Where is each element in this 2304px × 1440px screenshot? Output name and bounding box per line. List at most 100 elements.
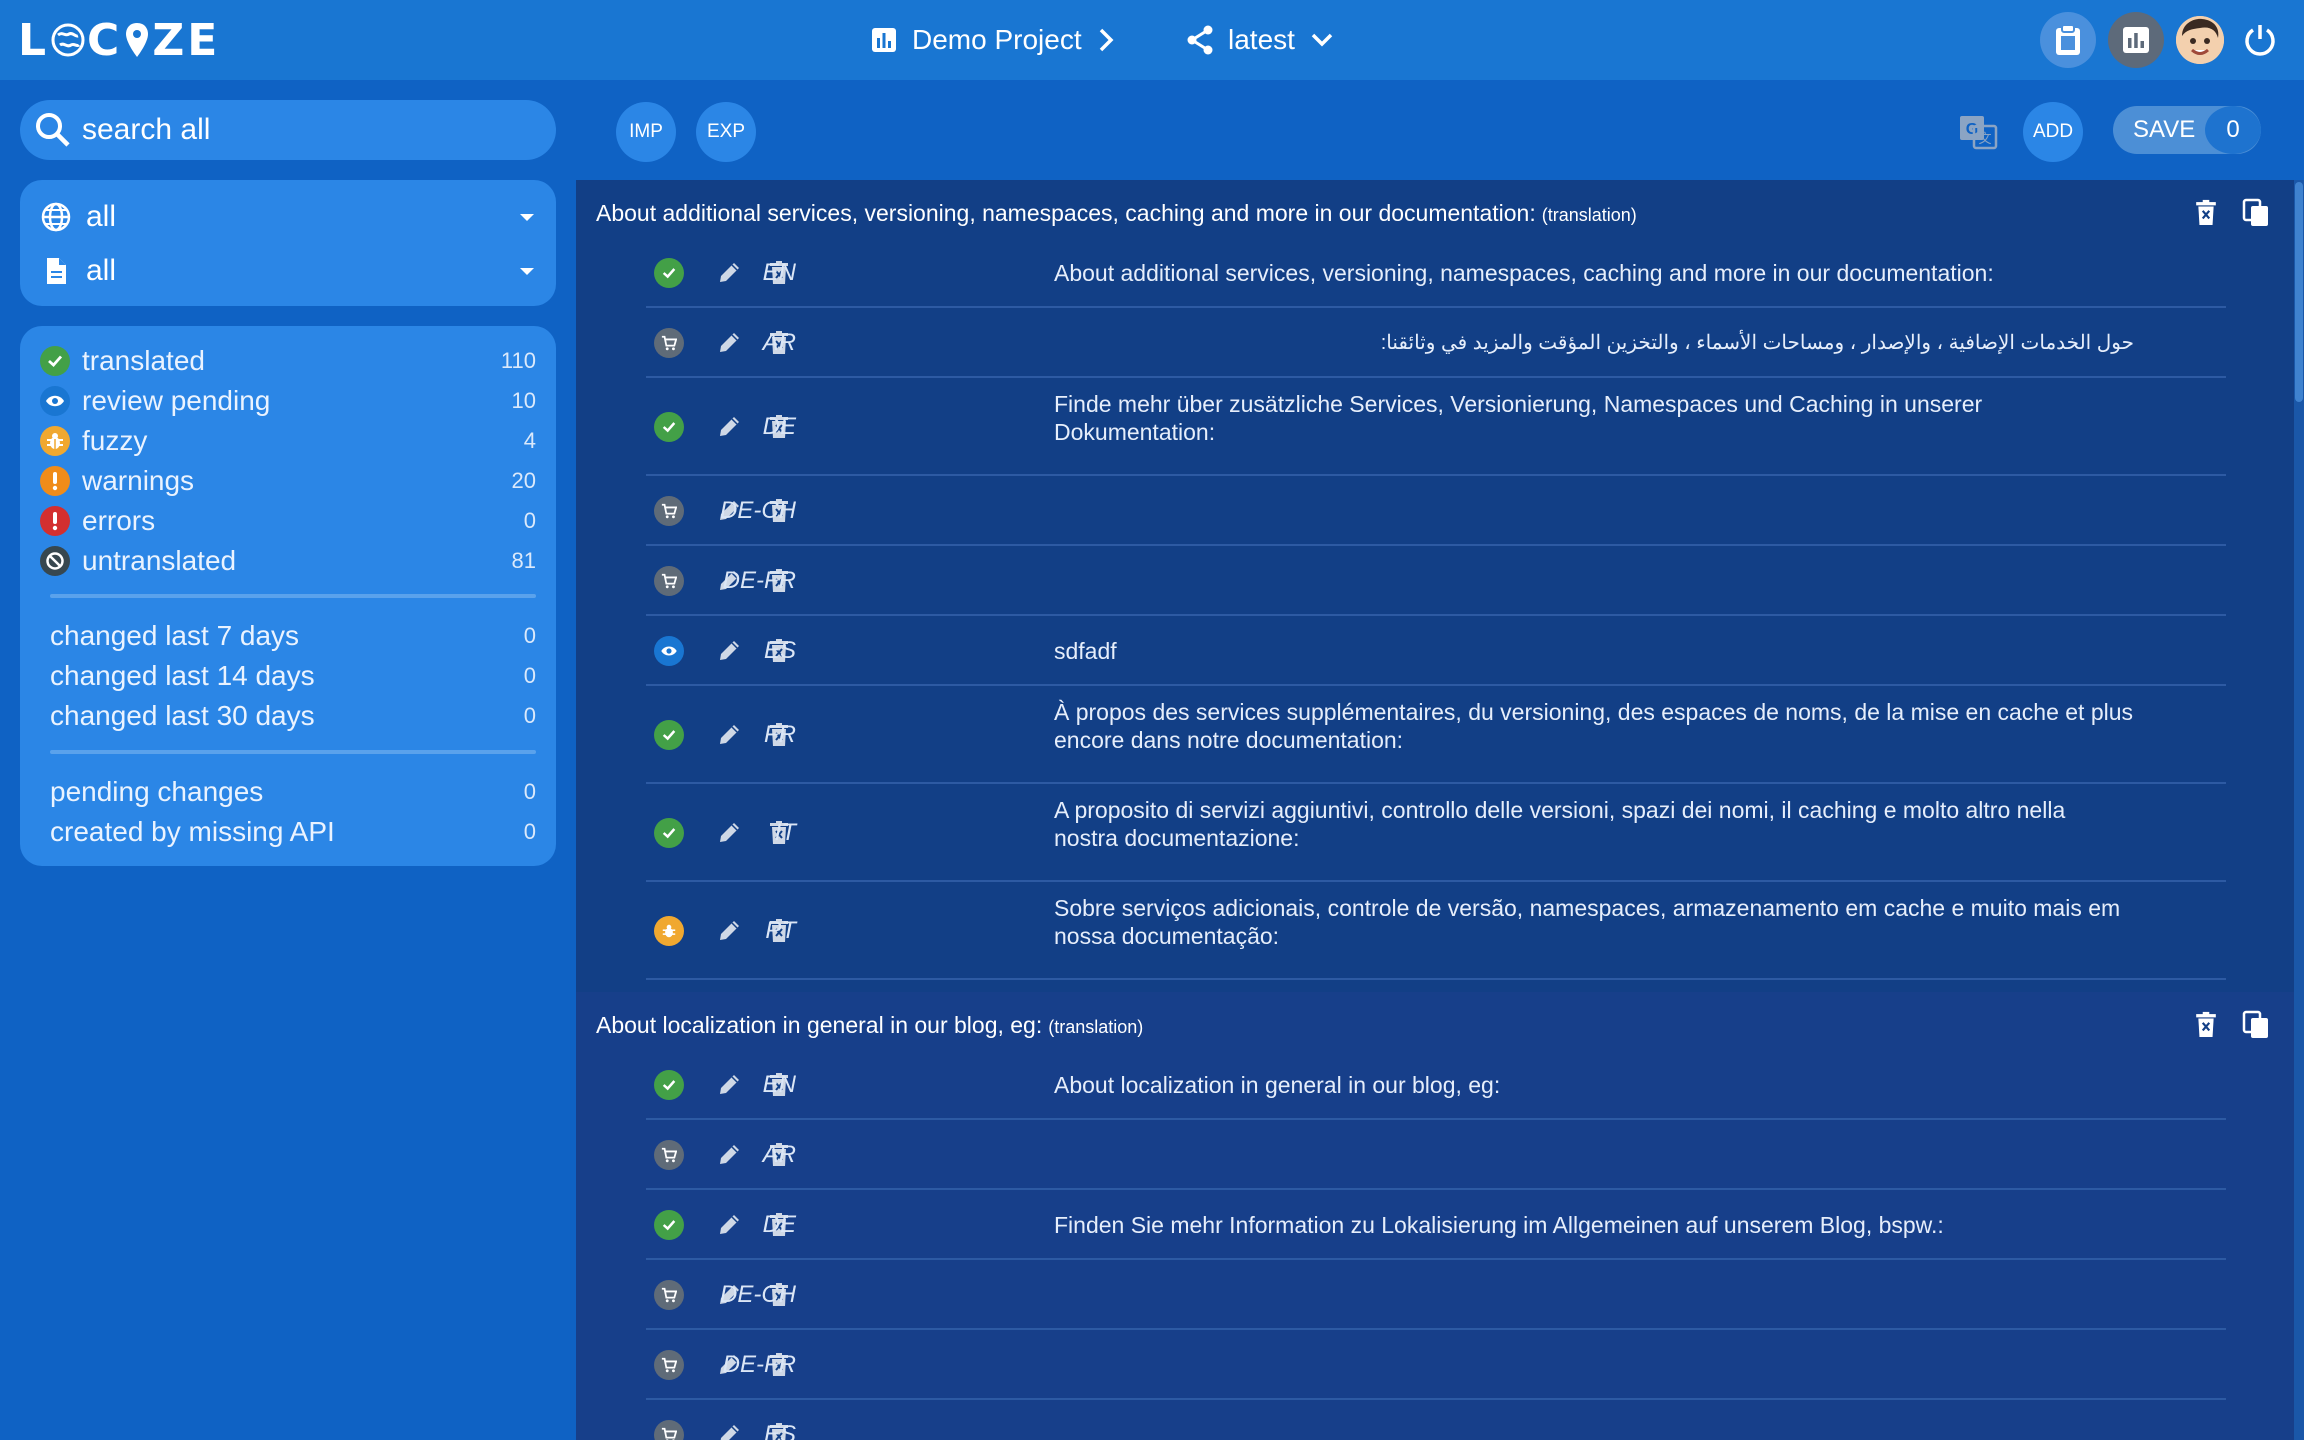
translate-icon: G文 bbox=[1960, 116, 1998, 150]
key-actions bbox=[2194, 198, 2270, 228]
translation-value[interactable]: Finde mehr über zusätzliche Services, Ve… bbox=[1054, 390, 2134, 446]
stat-errors[interactable]: errors 0 bbox=[20, 501, 556, 541]
stat-warnings[interactable]: warnings 20 bbox=[20, 461, 556, 501]
translation-value[interactable]: About localization in general in our blo… bbox=[1054, 1071, 2134, 1099]
avatar-face-icon bbox=[2176, 16, 2224, 64]
logout-button[interactable] bbox=[2236, 16, 2284, 64]
delete-key-icon[interactable] bbox=[2194, 198, 2218, 228]
globe-icon bbox=[41, 202, 71, 232]
translation-value[interactable]: A proposito di servizi aggiuntivi, contr… bbox=[1054, 796, 2134, 852]
stat-label: fuzzy bbox=[82, 425, 148, 456]
eye-icon bbox=[40, 386, 70, 416]
stat-translated[interactable]: translated 110 bbox=[20, 341, 556, 381]
svg-text:G: G bbox=[1966, 121, 1978, 138]
key-name: About additional services, versioning, n… bbox=[596, 200, 1536, 226]
copy-key-icon[interactable] bbox=[2242, 198, 2270, 228]
chevron-down-icon bbox=[1311, 33, 1333, 47]
stat-count: 0 bbox=[523, 623, 536, 648]
translation-value[interactable]: حول الخدمات الإضافية ، والإصدار ، ومساحا… bbox=[1054, 329, 2134, 357]
translation-row: AR bbox=[646, 1120, 2226, 1190]
created-by-missing-api[interactable]: created by missing API 0 bbox=[20, 812, 556, 852]
clipboard-button[interactable] bbox=[2040, 12, 2096, 68]
translation-value[interactable]: About additional services, versioning, n… bbox=[1054, 259, 2134, 287]
project-selector[interactable]: Demo Project bbox=[870, 18, 1116, 62]
machine-translate-button[interactable]: G文 bbox=[1956, 110, 2000, 154]
stats-button[interactable] bbox=[2108, 12, 2164, 68]
changed-7-days[interactable]: changed last 7 days 0 bbox=[20, 616, 556, 656]
language-code: EN bbox=[762, 259, 796, 286]
language-code: DE bbox=[762, 413, 796, 440]
power-icon bbox=[2245, 25, 2275, 56]
translation-value[interactable]: Sobre serviços adicionais, controle de v… bbox=[1054, 894, 2134, 950]
language-code: DE bbox=[762, 1211, 796, 1238]
language-code: AR bbox=[762, 329, 796, 356]
stat-count: 10 bbox=[511, 388, 536, 413]
caret-down-icon bbox=[520, 267, 534, 275]
stat-label: created by missing API bbox=[50, 816, 335, 847]
save-label: SAVE bbox=[2133, 116, 2196, 143]
stat-count: 0 bbox=[523, 703, 536, 728]
stat-count: 0 bbox=[523, 779, 536, 804]
language-filter-value: all bbox=[86, 200, 117, 233]
header-actions bbox=[2040, 12, 2284, 68]
delete-key-icon[interactable] bbox=[2194, 1010, 2218, 1040]
stats-panel: translated 110 review pending 10 fuzzy 4… bbox=[20, 326, 556, 866]
user-avatar[interactable] bbox=[2176, 16, 2224, 64]
stat-count: 110 bbox=[500, 348, 536, 373]
bug-icon bbox=[40, 426, 70, 456]
stat-review-pending[interactable]: review pending 10 bbox=[20, 381, 556, 421]
namespace-filter-value: all bbox=[86, 254, 117, 287]
changed-30-days[interactable]: changed last 30 days 0 bbox=[20, 696, 556, 736]
sidebar: all all translated 110 review pending 10… bbox=[0, 80, 576, 1440]
language-code: EN bbox=[762, 1071, 796, 1098]
language-code: ES bbox=[763, 1421, 796, 1440]
pin-icon bbox=[126, 23, 149, 57]
exclamation-icon bbox=[40, 506, 70, 536]
stat-label: changed last 14 days bbox=[50, 660, 315, 691]
pending-changes[interactable]: pending changes 0 bbox=[20, 772, 556, 812]
language-code: DE-FR bbox=[722, 567, 796, 594]
chart-icon bbox=[872, 28, 896, 52]
clipboard-icon bbox=[2056, 24, 2080, 55]
top-bar: L C ZE Demo Project latest bbox=[0, 0, 2304, 80]
scrollbar[interactable] bbox=[2294, 180, 2304, 1440]
key-name: About localization in general in our blo… bbox=[596, 1012, 1043, 1038]
stat-label: translated bbox=[82, 345, 205, 376]
language-code: DE-CH bbox=[720, 497, 796, 524]
translation-row: ES sdfadf bbox=[646, 616, 2226, 686]
language-code: AR bbox=[762, 1141, 796, 1168]
add-button[interactable]: ADD bbox=[2023, 102, 2083, 162]
namespace-filter[interactable]: all bbox=[20, 244, 556, 298]
check-icon bbox=[40, 346, 70, 376]
translation-row: DE-CH bbox=[646, 1260, 2226, 1330]
translation-row: DE-FR bbox=[646, 1330, 2226, 1400]
filter-panel: all all bbox=[20, 180, 556, 306]
divider bbox=[50, 750, 536, 754]
version-selector[interactable]: latest bbox=[1186, 18, 1335, 62]
svg-text:文: 文 bbox=[1978, 132, 1991, 147]
save-count-badge: 0 bbox=[2205, 106, 2261, 154]
chevron-right-icon bbox=[1099, 28, 1114, 52]
search-input[interactable] bbox=[82, 113, 522, 147]
translation-key-card: About additional services, versioning, n… bbox=[576, 180, 2294, 992]
stat-count: 0 bbox=[523, 663, 536, 688]
export-button[interactable]: EXP bbox=[696, 102, 756, 162]
scrollbar-thumb[interactable] bbox=[2295, 182, 2303, 402]
import-button[interactable]: IMP bbox=[616, 102, 676, 162]
save-button[interactable]: SAVE 0 bbox=[2113, 106, 2261, 154]
language-filter[interactable]: all bbox=[20, 190, 556, 244]
stat-label: errors bbox=[82, 505, 156, 536]
copy-key-icon[interactable] bbox=[2242, 1010, 2270, 1040]
key-title[interactable]: About localization in general in our blo… bbox=[596, 1012, 1143, 1039]
key-title[interactable]: About additional services, versioning, n… bbox=[596, 200, 1637, 227]
translation-value[interactable]: À propos des services supplémentaires, d… bbox=[1054, 698, 2134, 754]
translation-value[interactable]: sdfadf bbox=[1054, 637, 2134, 665]
changed-14-days[interactable]: changed last 14 days 0 bbox=[20, 656, 556, 696]
exclamation-icon bbox=[40, 466, 70, 496]
locize-logo[interactable]: L C ZE bbox=[18, 15, 220, 66]
globe-icon bbox=[51, 23, 85, 57]
search-box[interactable] bbox=[20, 100, 556, 160]
stat-fuzzy[interactable]: fuzzy 4 bbox=[20, 421, 556, 461]
translation-value[interactable]: Finden Sie mehr Information zu Lokalisie… bbox=[1054, 1211, 2134, 1239]
stat-untranslated[interactable]: untranslated 81 bbox=[20, 541, 556, 581]
